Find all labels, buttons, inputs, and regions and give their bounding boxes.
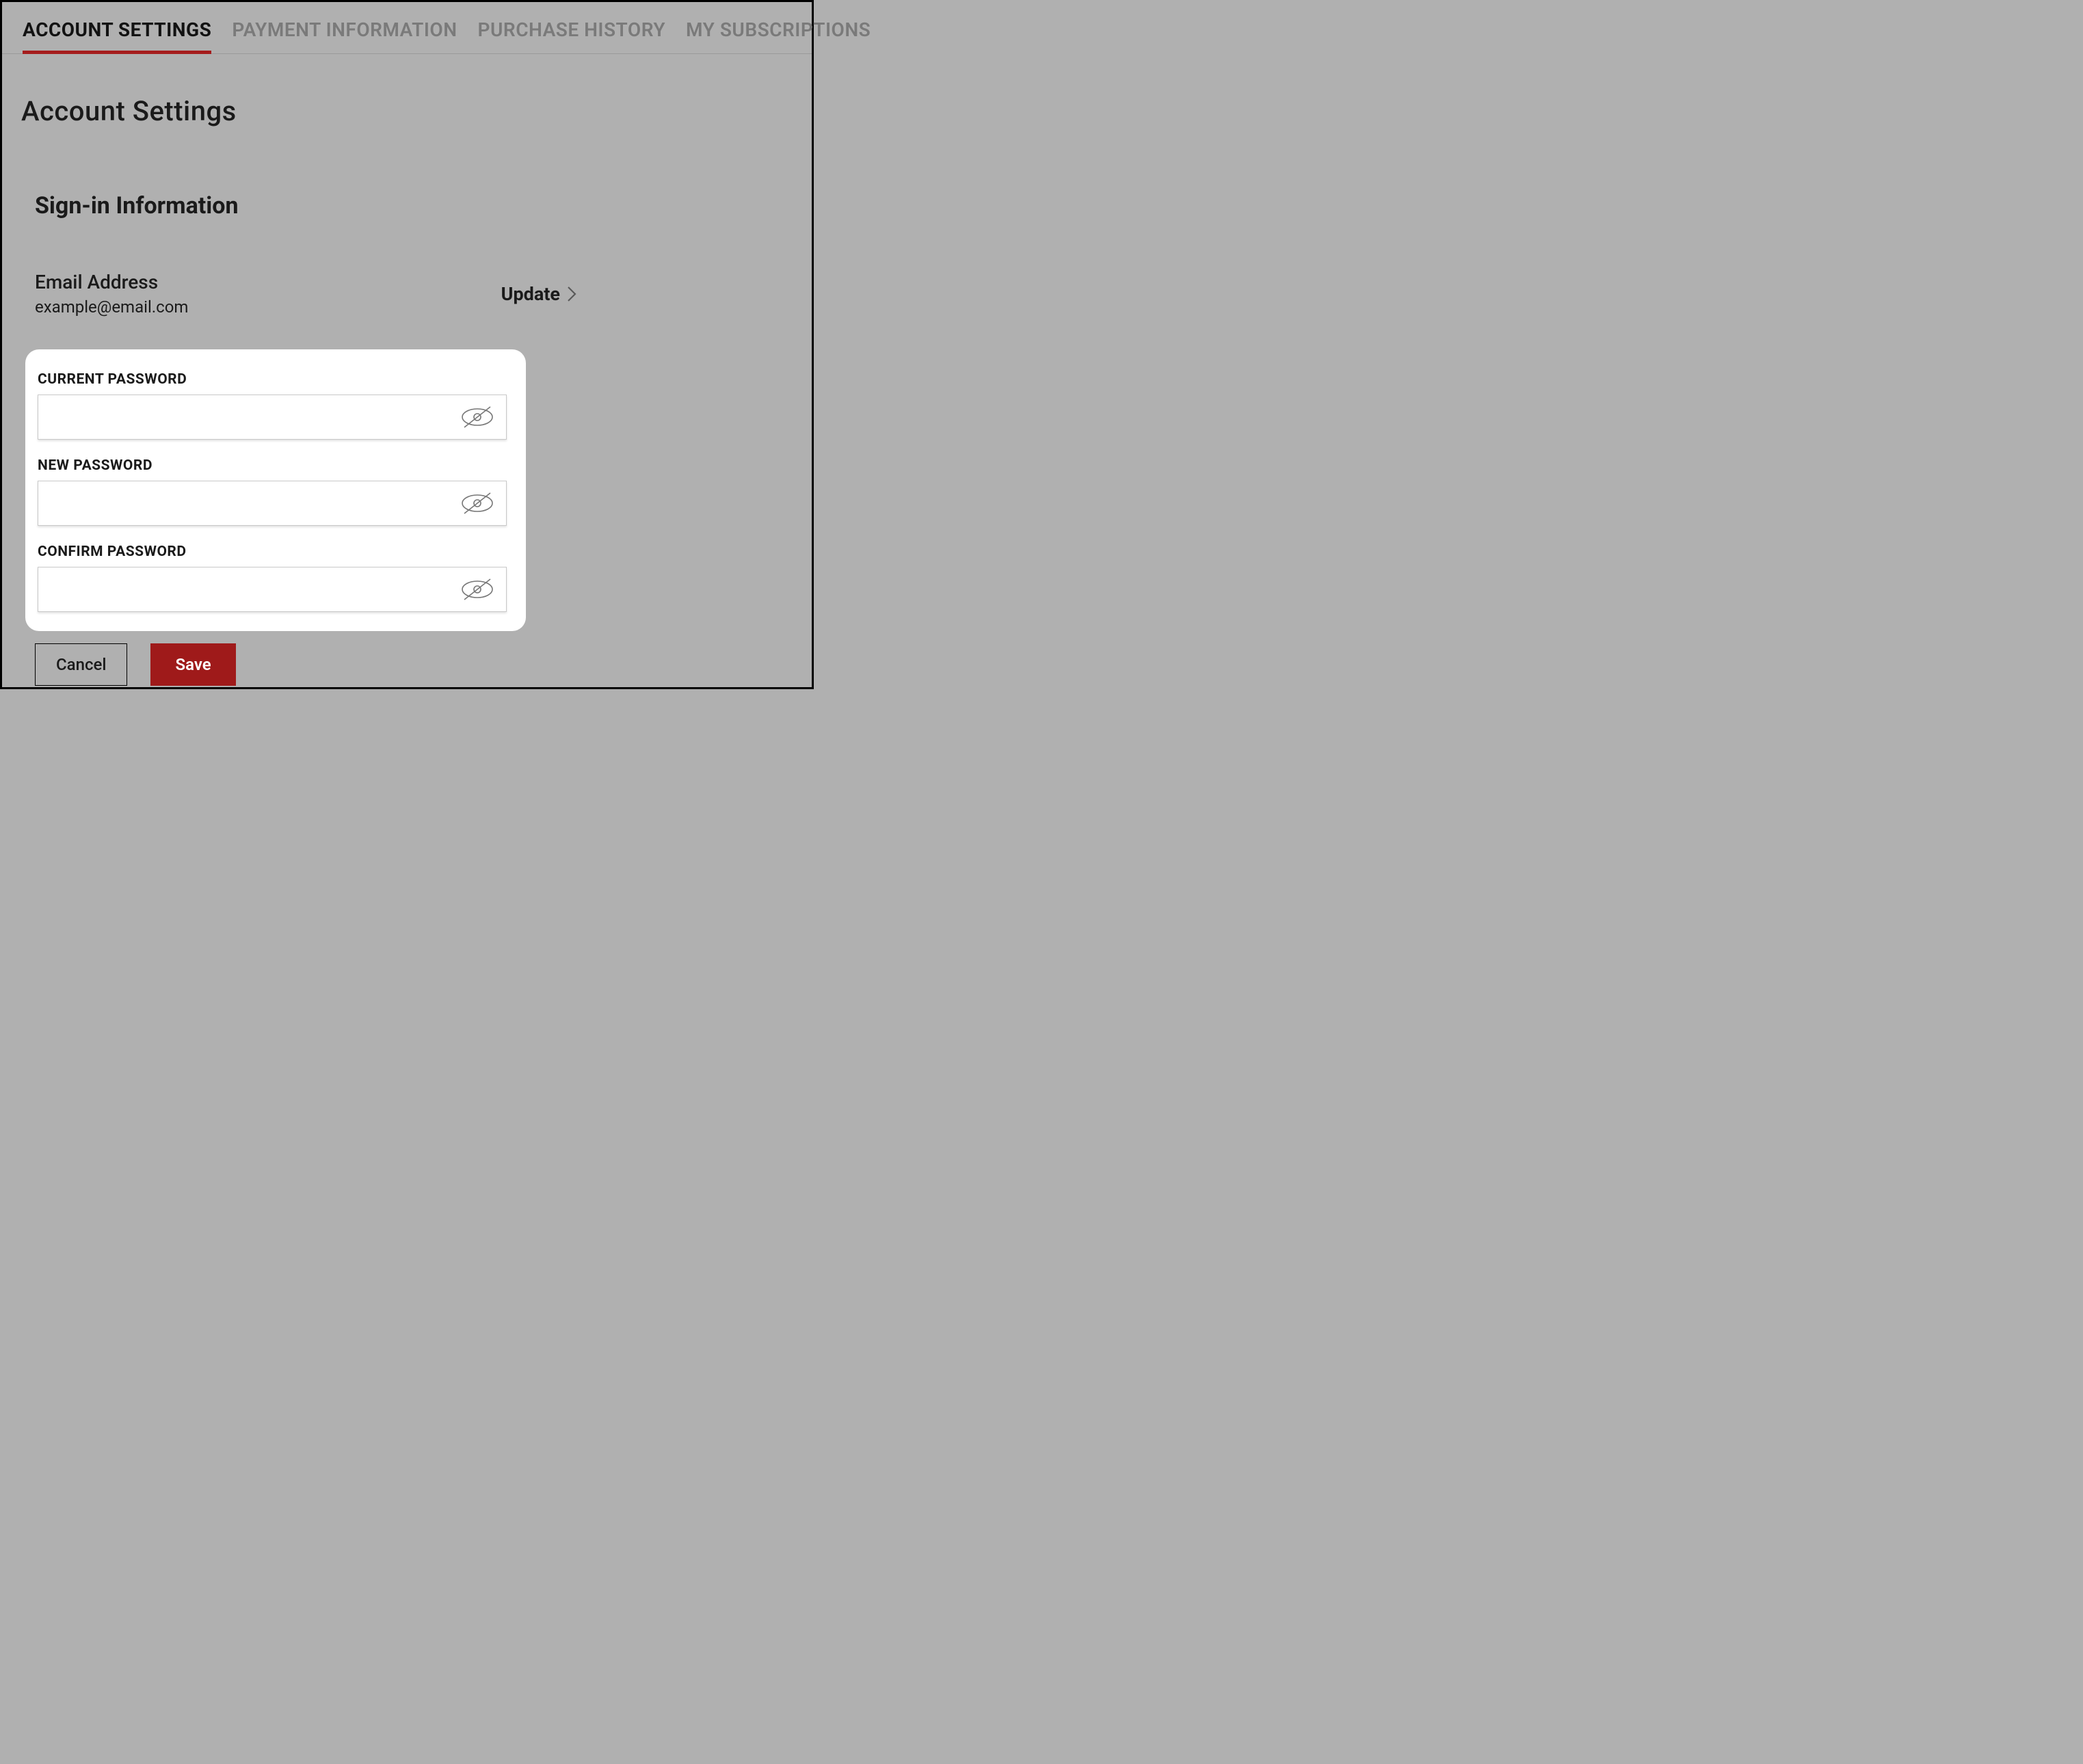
chevron-right-icon	[567, 286, 576, 302]
current-password-wrapper	[38, 395, 507, 440]
update-email-link[interactable]: Update	[501, 283, 576, 305]
save-button[interactable]: Save	[150, 643, 235, 686]
email-value: example@email.com	[35, 297, 188, 317]
email-label: Email Address	[35, 271, 188, 293]
current-password-group: CURRENT PASSWORD	[38, 371, 507, 440]
toggle-visibility-new[interactable]	[460, 492, 494, 515]
new-password-input[interactable]	[38, 481, 507, 526]
signin-section-title: Sign-in Information	[2, 127, 812, 219]
new-password-wrapper	[38, 481, 507, 526]
eye-off-icon	[460, 405, 494, 429]
update-label: Update	[501, 283, 560, 305]
confirm-password-wrapper	[38, 567, 507, 612]
tab-purchase-history[interactable]: PURCHASE HISTORY	[478, 18, 666, 53]
password-card: CURRENT PASSWORD NEW PASSWORD	[25, 349, 526, 631]
eye-off-icon	[460, 578, 494, 601]
tab-my-subscriptions[interactable]: MY SUBSCRIPTIONS	[686, 18, 871, 53]
eye-off-icon	[460, 492, 494, 515]
cancel-button[interactable]: Cancel	[35, 643, 127, 686]
current-password-label: CURRENT PASSWORD	[38, 371, 507, 388]
email-block: Email Address example@email.com	[35, 271, 188, 317]
new-password-label: NEW PASSWORD	[38, 457, 507, 474]
confirm-password-group: CONFIRM PASSWORD	[38, 544, 507, 612]
toggle-visibility-confirm[interactable]	[460, 578, 494, 601]
confirm-password-input[interactable]	[38, 567, 507, 612]
action-button-row: Cancel Save	[2, 631, 812, 686]
email-row: Email Address example@email.com Update	[2, 219, 576, 317]
page-title: Account Settings	[2, 54, 812, 127]
toggle-visibility-current[interactable]	[460, 405, 494, 429]
tab-payment-information[interactable]: PAYMENT INFORMATION	[232, 18, 457, 53]
tab-account-settings[interactable]: ACCOUNT SETTINGS	[23, 18, 211, 54]
tabs-nav: ACCOUNT SETTINGS PAYMENT INFORMATION PUR…	[2, 2, 812, 54]
confirm-password-label: CONFIRM PASSWORD	[38, 544, 507, 560]
new-password-group: NEW PASSWORD	[38, 457, 507, 526]
account-page: ACCOUNT SETTINGS PAYMENT INFORMATION PUR…	[0, 0, 814, 689]
current-password-input[interactable]	[38, 395, 507, 440]
